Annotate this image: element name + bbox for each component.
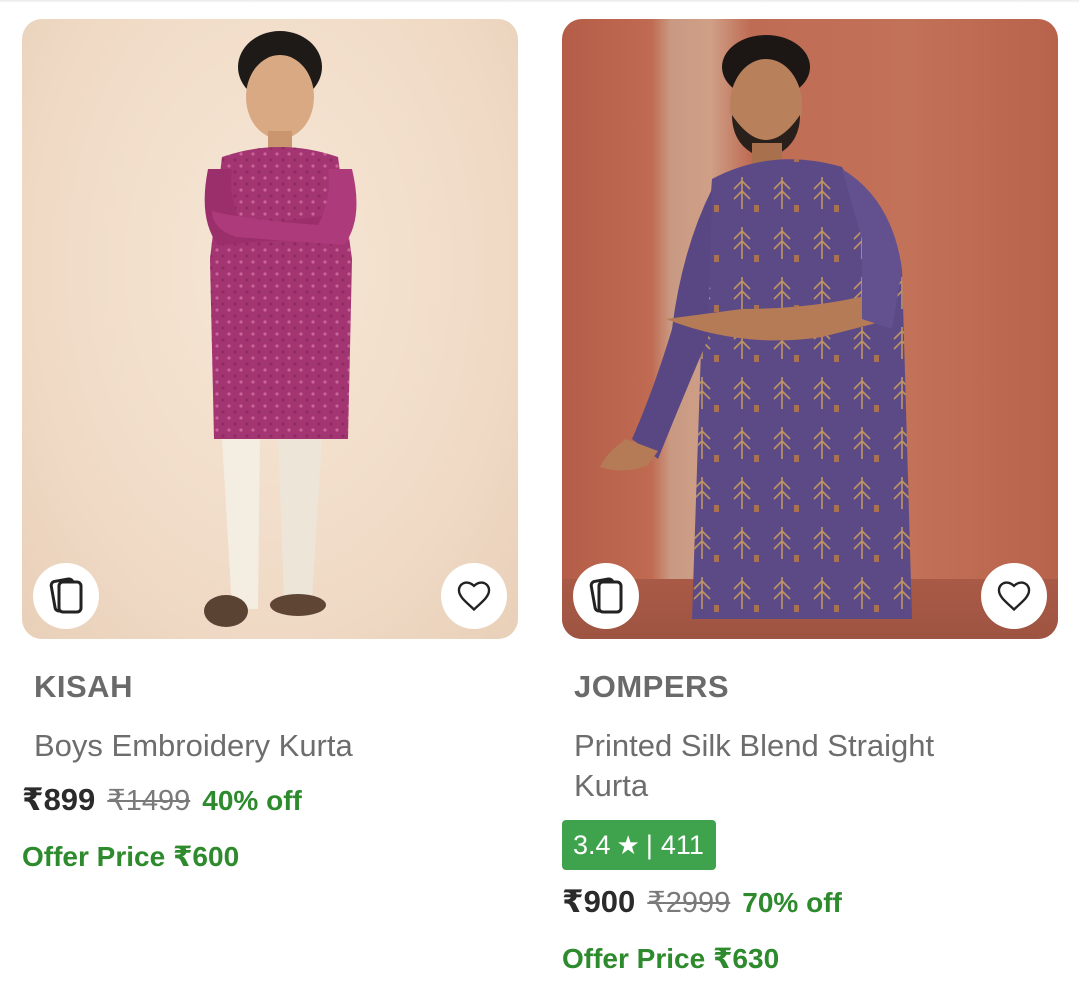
similar-products-icon (49, 577, 83, 614)
selling-price: ₹899 (22, 782, 96, 817)
price-row: ₹899 ₹1499 40% off (22, 782, 518, 818)
offer-price: Offer Price ₹600 (22, 841, 240, 872)
rating-separator: | (645, 829, 653, 860)
original-price: ₹2999 (647, 887, 731, 919)
similar-products-icon (589, 577, 623, 614)
rating-score: 3.4 (573, 829, 611, 860)
product-photo-men-kurta (600, 35, 912, 620)
price-row: ₹900 ₹2999 70% off (562, 884, 1058, 920)
top-divider (0, 0, 1079, 3)
heart-icon (997, 581, 1031, 612)
product-title[interactable]: Boys Embroidery Kurta (34, 726, 474, 766)
rating-badge: 3.4 ★ | 411 (562, 820, 716, 870)
discount-badge: 40% off (202, 785, 302, 816)
brand-name: KISAH (34, 669, 133, 704)
product-image[interactable] (22, 19, 518, 639)
selling-price: ₹900 (562, 884, 636, 919)
heart-icon (457, 581, 491, 612)
original-price: ₹1499 (107, 785, 191, 817)
product-image[interactable] (562, 19, 1058, 639)
similar-products-button[interactable] (33, 563, 99, 629)
product-card[interactable]: JOMPERS Printed Silk Blend Straight Kurt… (562, 19, 1058, 975)
product-photo-boy-kurta (204, 31, 357, 627)
discount-badge: 70% off (742, 887, 842, 918)
product-title[interactable]: Printed Silk Blend Straight Kurta (574, 726, 1014, 806)
similar-products-button[interactable] (573, 563, 639, 629)
wishlist-button[interactable] (981, 563, 1047, 629)
rating-count: 411 (660, 829, 704, 860)
wishlist-button[interactable] (441, 563, 507, 629)
star-icon: ★ (616, 829, 640, 860)
offer-price: Offer Price ₹630 (562, 943, 780, 974)
product-card[interactable]: KISAH Boys Embroidery Kurta ₹899 ₹1499 4… (22, 19, 518, 873)
brand-name: JOMPERS (574, 669, 730, 704)
